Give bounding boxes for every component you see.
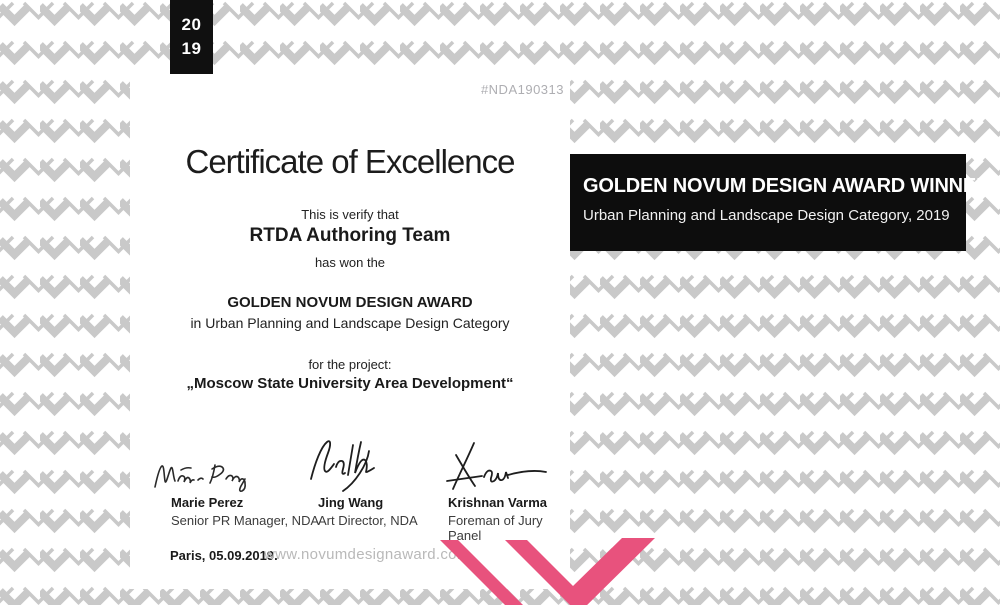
award-category-line: in Urban Planning and Landscape Design C… bbox=[190, 315, 510, 331]
has-won-line: has won the bbox=[314, 255, 386, 270]
award-name: GOLDEN NOVUM DESIGN AWARD bbox=[227, 294, 473, 311]
place-and-date: Paris, 05.09.2019. bbox=[170, 548, 278, 563]
signatory-role: Senior PR Manager, NDA bbox=[171, 513, 320, 528]
marie-perez-signature-icon bbox=[154, 464, 246, 492]
signatory-name: Jing Wang bbox=[318, 495, 384, 510]
winner-banner: GOLDEN NOVUM DESIGN AWARD WINNER Urban P… bbox=[570, 154, 991, 251]
project-name: „Moscow State University Area Developmen… bbox=[186, 375, 514, 392]
project-label: for the project: bbox=[308, 357, 392, 372]
jing-wang-signature-icon bbox=[310, 440, 375, 492]
signatory-name: Krishnan Varma bbox=[448, 495, 547, 510]
signature-block-marie-perez: Marie Perez Senior PR Manager, NDA bbox=[154, 457, 320, 528]
certificate-title: Certificate of Excellence bbox=[185, 143, 516, 180]
year-badge-top: 20 bbox=[181, 15, 202, 34]
signature-block-jing-wang: Jing Wang Art Director, NDA bbox=[310, 437, 418, 528]
krishnan-varma-signature-icon bbox=[446, 442, 547, 490]
signature-block-krishnan-varma: Krishnan Varma Foreman of Jury Panel bbox=[446, 439, 570, 543]
signatory-role: Foreman of Jury Panel bbox=[448, 513, 543, 543]
year-badge: 20 19 bbox=[170, 0, 213, 74]
intro-line: This is verify that bbox=[301, 207, 399, 222]
winner-banner-title: GOLDEN NOVUM DESIGN AWARD WINNER bbox=[583, 175, 991, 197]
signatory-role: Art Director, NDA bbox=[318, 513, 418, 528]
year-badge-bottom: 19 bbox=[181, 39, 202, 58]
winner-banner-subtitle: Urban Planning and Landscape Design Cate… bbox=[583, 207, 950, 224]
signatory-name: Marie Perez bbox=[171, 495, 244, 510]
recipient-name: RTDA Authoring Team bbox=[249, 225, 451, 246]
certificate-serial-number: #NDA190313 bbox=[480, 82, 564, 97]
certificate-panel: #NDA190313 Certificate of Excellence Thi… bbox=[130, 75, 570, 589]
website-text: www.novumdesignaward.com bbox=[264, 546, 470, 563]
